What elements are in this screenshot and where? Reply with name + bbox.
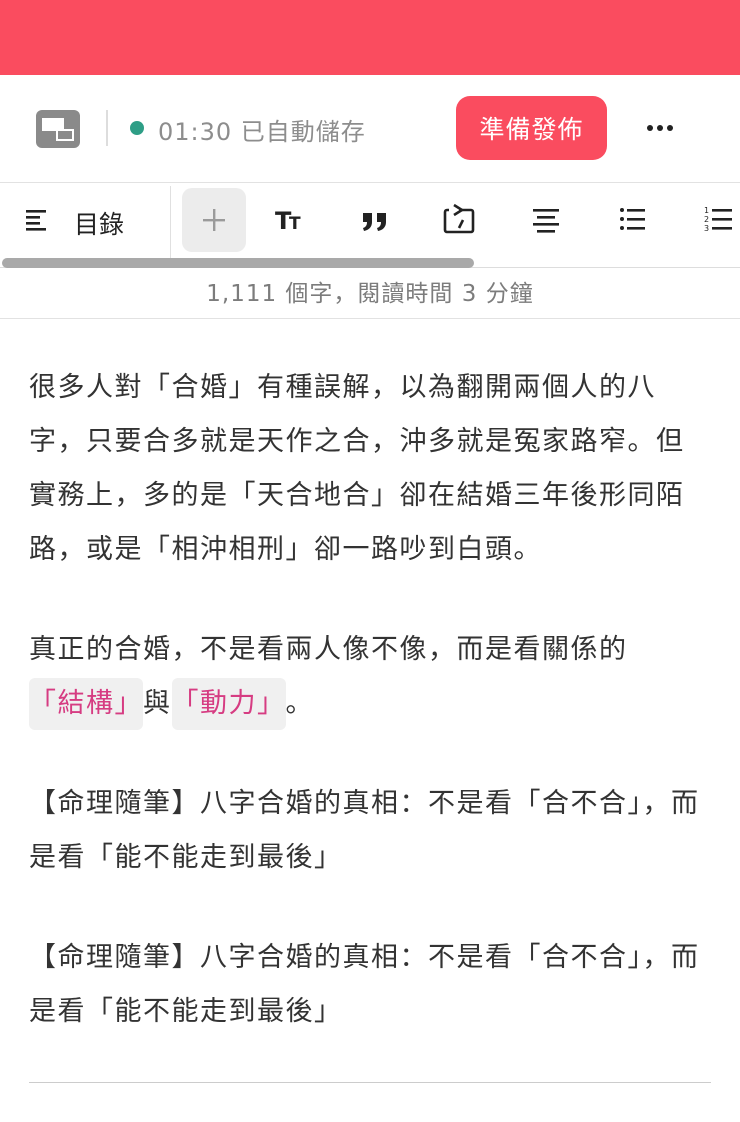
bullet-list-icon[interactable] — [608, 198, 656, 242]
paragraph-2-text: 真正的合婚，不是看兩人像不像，而是看關係的 — [29, 634, 628, 665]
app-switch-icon[interactable] — [36, 110, 80, 148]
paragraph-3[interactable]: 【命理隨筆】八字合婚的真相：不是看「合不合」，而是看「能不能走到最後」 — [29, 777, 709, 885]
svg-text:1: 1 — [704, 206, 709, 215]
paragraph-1[interactable]: 很多人對「合婚」有種誤解，以為翻開兩個人的八字，只要合多就是天作之合，沖多就是冤… — [29, 361, 709, 577]
paragraph-2-end: 。 — [285, 688, 314, 719]
svg-text:3: 3 — [704, 224, 709, 233]
publish-button[interactable]: 準備發佈 — [456, 96, 607, 160]
paragraph-4[interactable]: 【命理隨筆】八字合婚的真相：不是看「合不合」，而是看「能不能走到最後」 — [29, 931, 709, 1039]
toc-icon — [26, 210, 46, 231]
more-options-icon[interactable] — [640, 110, 680, 146]
quote-icon[interactable] — [351, 198, 399, 242]
align-center-icon[interactable] — [522, 198, 570, 242]
plus-icon — [203, 209, 225, 231]
svg-text:2: 2 — [704, 215, 709, 224]
insert-block-button[interactable] — [182, 188, 246, 252]
highlight-dynamics[interactable]: 「動力」 — [171, 678, 286, 730]
text-size-icon[interactable]: T T — [266, 198, 314, 242]
content-divider — [29, 1082, 711, 1083]
toc-label: 目錄 — [74, 210, 125, 239]
toolbar-scrollbar[interactable] — [2, 258, 474, 268]
autosave-status: 01:30 已自動儲存 — [158, 118, 366, 146]
highlight-structure[interactable]: 「結構」 — [29, 678, 143, 730]
numbered-list-icon[interactable]: 1 2 3 — [696, 198, 740, 242]
article-editor[interactable]: 很多人對「合婚」有種誤解，以為翻開兩個人的八字，只要合多就是天作之合，沖多就是冤… — [29, 361, 709, 1039]
header-divider — [106, 110, 108, 146]
editor-header — [0, 75, 740, 183]
svg-text:T: T — [289, 214, 301, 234]
word-count-stats: 1,111 個字，閱讀時間 3 分鐘 — [0, 269, 740, 319]
embed-icon[interactable] — [436, 198, 484, 242]
paragraph-2[interactable]: 真正的合婚，不是看兩人像不像，而是看關係的「結構」與「動力」。 — [29, 623, 709, 731]
paragraph-2-conjunction: 與 — [143, 688, 172, 719]
toolbar-divider — [170, 186, 171, 266]
status-bar — [0, 0, 740, 75]
autosave-status-dot — [130, 121, 144, 135]
